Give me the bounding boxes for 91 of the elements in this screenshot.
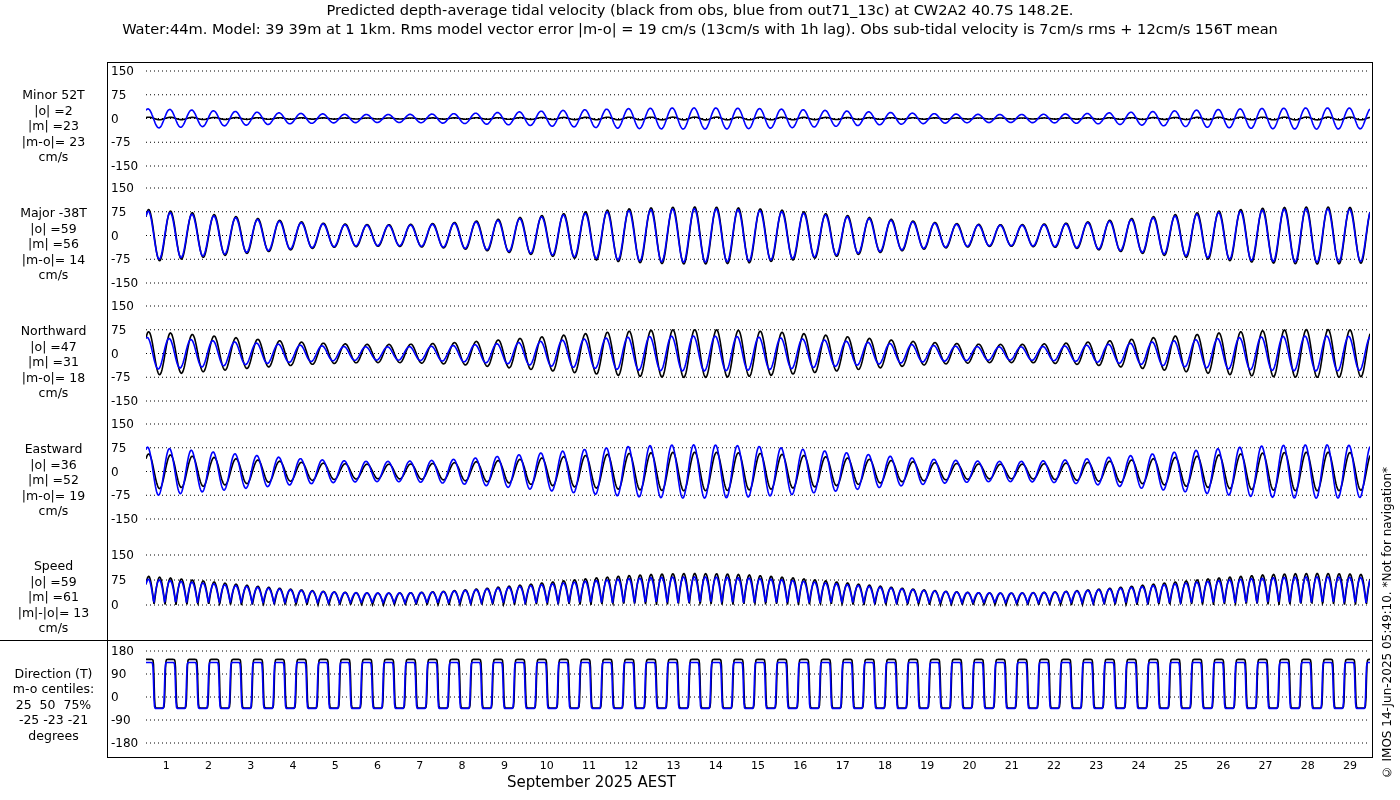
- y-tick-label: -180: [111, 736, 139, 750]
- chart-title-line: Predicted depth-average tidal velocity (black from obs, blue from out71_13c) at CW2A2 40.7S 148.2E.: [326, 0, 1074, 19]
- x-tick-label: 26: [1215, 759, 1232, 772]
- y-tick-label: 75: [111, 573, 127, 587]
- y-tick-label: 0: [111, 464, 119, 479]
- x-tick-label: 3: [246, 759, 256, 772]
- y-tick-label: 75: [111, 204, 127, 219]
- x-tick-label: 28: [1299, 759, 1316, 772]
- panel-label-line: |o| =2: [34, 102, 73, 119]
- y-tick-label: 150: [111, 181, 134, 195]
- y-tick-label: 75: [111, 87, 127, 102]
- y-tick-label: -75: [111, 488, 131, 503]
- panel-label-line: cm/s: [38, 503, 69, 519]
- panel-label-line: |m-o|= 23: [21, 133, 86, 150]
- x-tick-label: 24: [1130, 759, 1147, 772]
- panel-label-line: Major -38T: [20, 205, 87, 221]
- x-tick-label: 20: [961, 759, 978, 772]
- x-tick-label: 23: [1088, 759, 1105, 772]
- y-tick-label: 150: [111, 299, 134, 313]
- x-tick-label: 12: [623, 759, 640, 772]
- x-tick-label: 5: [330, 759, 340, 772]
- y-tick-label: 0: [111, 228, 119, 243]
- x-tick-label: 19: [919, 759, 936, 772]
- panel-label-line: |m|-|o|= 13: [17, 604, 90, 621]
- y-tick-label: -150: [111, 276, 139, 290]
- y-tick-label: 75: [111, 322, 127, 337]
- panel-label-line: |o| =47: [30, 338, 77, 355]
- panel-label-line: cm/s: [38, 267, 69, 283]
- x-axis-label: September 2025 AEST: [505, 773, 677, 791]
- panel-label-line: |m| =31: [28, 354, 79, 370]
- x-tick-label: 7: [415, 759, 425, 772]
- y-tick-label: -75: [111, 252, 131, 267]
- y-tick-label: -150: [111, 159, 139, 173]
- y-tick-label: -150: [111, 394, 139, 408]
- x-tick-label: 29: [1342, 759, 1358, 772]
- x-tick-label: 14: [707, 759, 724, 772]
- panel-label-line: |m| =61: [28, 589, 79, 605]
- y-tick-label: 0: [111, 346, 119, 361]
- panel-label-line: |m| =23: [28, 118, 79, 134]
- panel-label-line: Minor 52T: [22, 87, 85, 103]
- x-tick-label: 18: [876, 759, 893, 772]
- panel-label-line: |o| =36: [30, 456, 77, 473]
- chart-title-line: Water:44m. Model: 39 39m at 1 1km. Rms model vector error |m-o| = 19 cm/s (13cm/s with 1h lag). Obs sub-tidal velocity is 7cm/s rms + 12cm/s 156T mean: [122, 19, 1278, 38]
- panel-label-line: |m| =56: [28, 236, 79, 252]
- y-tick-label: -75: [111, 135, 131, 150]
- x-tick-label: 25: [1172, 759, 1189, 772]
- panel-label-line: m-o centiles:: [12, 681, 95, 697]
- panel-label-line: |o| =59: [30, 573, 77, 590]
- y-tick-label: 0: [111, 690, 119, 704]
- panel-label-line: Speed: [33, 558, 74, 574]
- x-tick-label: 8: [457, 759, 467, 772]
- panel-label-line: |m-o|= 14: [21, 251, 86, 268]
- x-tick-label: 27: [1257, 759, 1274, 772]
- panel-label-line: cm/s: [38, 620, 69, 636]
- y-tick-label: -150: [111, 512, 139, 526]
- y-tick-label: 0: [111, 111, 119, 126]
- x-tick-label: 9: [499, 759, 509, 772]
- x-tick-label: 2: [203, 759, 213, 772]
- x-tick-label: 17: [834, 759, 851, 772]
- panel-label-line: |m-o|= 19: [21, 487, 86, 504]
- y-tick-label: 150: [111, 417, 134, 431]
- x-tick-label: 6: [373, 759, 383, 772]
- x-tick-label: 4: [288, 759, 298, 772]
- y-tick-label: 150: [111, 64, 134, 78]
- panel-label-line: Direction (T): [14, 665, 93, 682]
- x-tick-label: 22: [1046, 759, 1063, 772]
- x-tick-label: 10: [538, 759, 555, 772]
- panel-label-line: 25 50 75%: [15, 696, 92, 713]
- panel-label-line: -25 -23 -21: [18, 712, 89, 728]
- side-note: © IMOS 14-Jun-2025 05:49:10. *Not for navigation*: [1379, 466, 1394, 779]
- x-tick-label: 13: [665, 759, 682, 772]
- x-tick-label: 1: [161, 759, 171, 772]
- y-tick-label: 90: [111, 667, 127, 681]
- panel-label-line: |m| =52: [28, 472, 79, 488]
- panel-label-line: cm/s: [38, 149, 69, 165]
- y-tick-label: 150: [111, 548, 134, 562]
- x-tick-label: 16: [792, 759, 809, 772]
- panel-label-line: Northward: [20, 323, 87, 339]
- x-tick-label: 15: [750, 759, 767, 772]
- y-tick-label: -75: [111, 370, 131, 385]
- panel-label-line: |o| =59: [30, 220, 77, 237]
- panel-label-line: degrees: [28, 727, 79, 744]
- y-tick-label: 0: [111, 598, 119, 612]
- y-tick-label: 75: [111, 440, 127, 455]
- panel-label-line: |m-o|= 18: [21, 369, 86, 386]
- x-tick-label: 11: [580, 759, 597, 772]
- y-tick-label: -90: [111, 713, 131, 727]
- y-tick-label: 180: [111, 644, 134, 658]
- x-tick-label: 21: [1003, 759, 1020, 772]
- panel-label-line: Eastward: [24, 441, 83, 457]
- panel-label-line: cm/s: [38, 385, 69, 401]
